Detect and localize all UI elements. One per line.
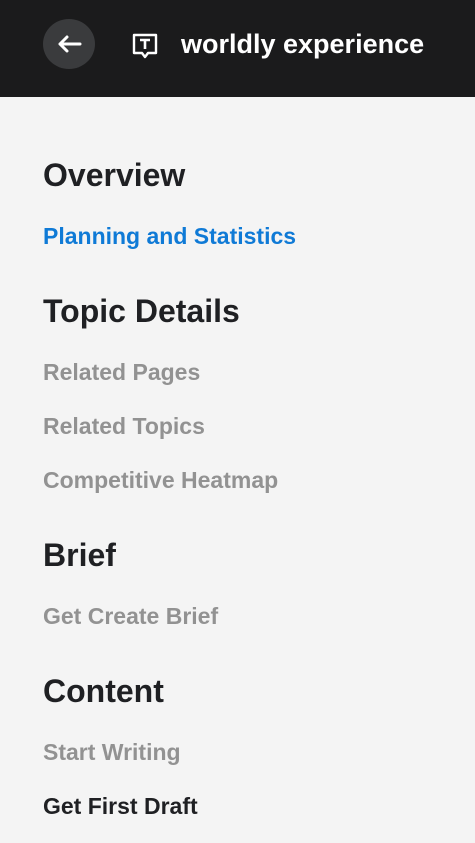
nav-item-related-topics[interactable]: Related Topics <box>43 411 205 441</box>
nav-item-get-first-draft[interactable]: Get First Draft <box>43 791 198 821</box>
section-title-brief: Brief <box>43 537 116 573</box>
nav-item-get-create-brief[interactable]: Get Create Brief <box>43 601 218 631</box>
back-button[interactable] <box>43 19 95 69</box>
nav-item-planning-and-statistics[interactable]: Planning and Statistics <box>43 221 296 251</box>
top-bar: worldly experience <box>0 0 475 97</box>
section-title-overview: Overview <box>43 157 186 193</box>
arrow-left-icon <box>58 35 82 53</box>
topic-title: worldly experience <box>181 29 425 59</box>
text-bubble-icon <box>132 33 158 59</box>
nav-item-start-writing[interactable]: Start Writing <box>43 737 181 767</box>
section-title-topic-details: Topic Details <box>43 293 240 329</box>
nav-item-competitive-heatmap[interactable]: Competitive Heatmap <box>43 465 278 495</box>
section-title-content: Content <box>43 673 164 709</box>
nav-item-related-pages[interactable]: Related Pages <box>43 357 200 387</box>
sidebar-nav: Overview Planning and Statistics Topic D… <box>0 97 475 843</box>
